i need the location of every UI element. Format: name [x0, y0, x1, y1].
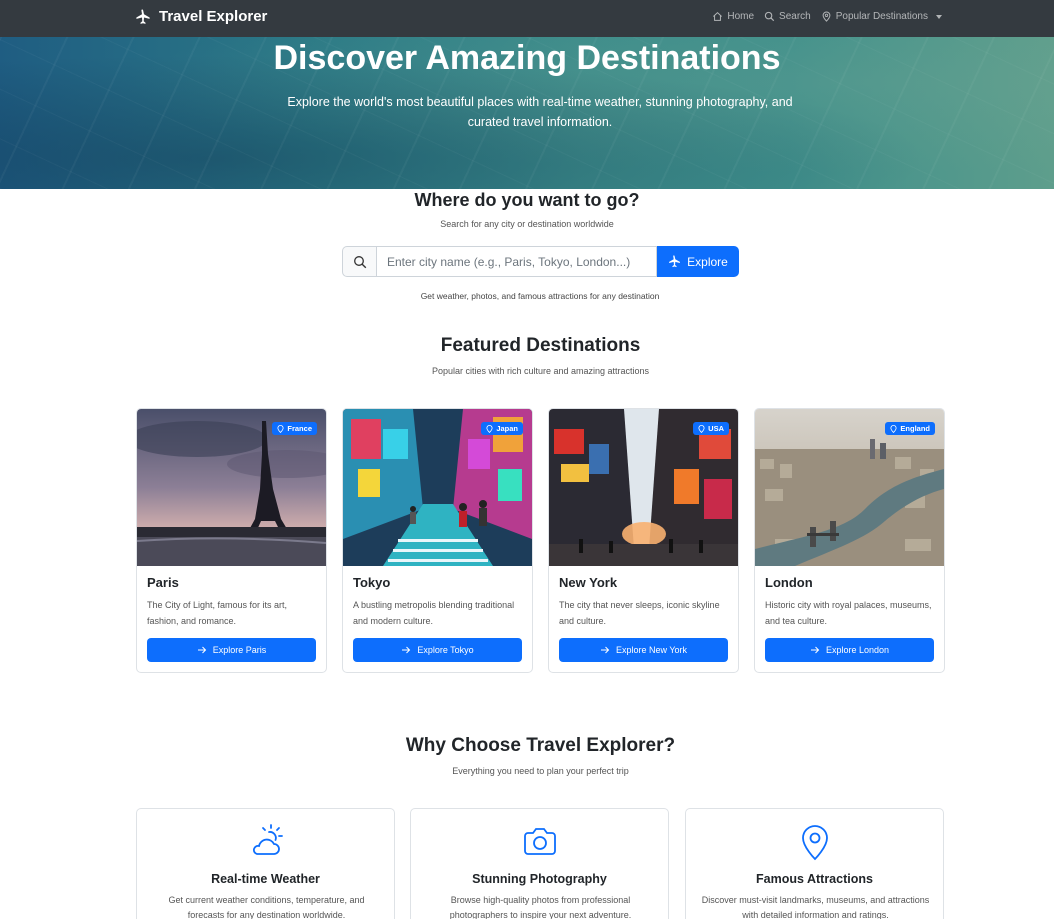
feature-description: Discover must-visit landmarks, museums, …	[701, 895, 930, 919]
card-button-label: Explore New York	[615, 645, 688, 655]
card-description: The City of Light, famous for its art, f…	[147, 600, 288, 626]
country-badge-label: Japan	[496, 424, 518, 433]
feature-card-attractions: Famous Attractions Discover must-visit l…	[685, 808, 944, 919]
search-title: Where do you want to go?	[414, 190, 640, 210]
geo-pin-icon	[486, 424, 493, 433]
featured-subtitle: Popular cities with rich culture and ama…	[431, 366, 650, 376]
card-title: London	[765, 575, 813, 590]
search-help-text: Get weather, photos, and famous attracti…	[420, 291, 660, 301]
featured-title: Featured Destinations	[440, 335, 641, 356]
card-title: Paris	[147, 575, 179, 590]
card-title: Tokyo	[353, 575, 391, 590]
country-badge-label: England	[900, 424, 930, 433]
search-subtitle: Search for any city or destination world…	[440, 219, 614, 229]
brand-text: Travel Explorer	[159, 8, 268, 25]
explore-london-button[interactable]: Explore London	[765, 638, 934, 662]
camera-icon	[523, 828, 556, 855]
why-title: Why Choose Travel Explorer?	[405, 735, 676, 756]
feature-card-weather: Real-time Weather Get current weather co…	[136, 808, 395, 919]
geo-pin-icon	[822, 11, 831, 22]
airplane-icon	[669, 255, 681, 268]
country-badge: USA	[693, 422, 729, 435]
explore-new-york-button[interactable]: Explore New York	[559, 638, 728, 662]
airplane-icon	[136, 9, 150, 24]
search-icon	[764, 11, 775, 22]
card-description: The city that never sleeps, iconic skyli…	[559, 600, 720, 626]
hero-banner: Discover Amazing Destinations Explore th…	[0, 37, 1054, 189]
nav-popular-destinations-dropdown[interactable]: Popular Destinations	[821, 11, 942, 22]
search-icon	[353, 255, 366, 268]
geo-pin-icon	[890, 424, 897, 433]
card-description: Historic city with royal palaces, museum…	[765, 600, 932, 626]
destination-card-paris: France Paris The City of Light, famous f…	[136, 408, 327, 673]
feature-card-photography: Stunning Photography Browse high-quality…	[410, 808, 669, 919]
country-badge-label: USA	[708, 424, 724, 433]
arrow-right-icon	[810, 646, 820, 654]
destination-card-london: England London Historic city with royal …	[754, 408, 945, 673]
feature-title: Famous Attractions	[756, 872, 873, 886]
nav-popular-label: Popular Destinations	[835, 11, 928, 22]
card-description: A bustling metropolis blending tradition…	[353, 600, 515, 626]
card-button-label: Explore Tokyo	[417, 645, 474, 655]
nav-search-label: Search	[779, 11, 811, 22]
search-group: Explore	[342, 246, 739, 277]
destination-card-tokyo: Japan Tokyo A bustling metropolis blendi…	[342, 408, 533, 673]
explore-button-label: Explore	[687, 254, 728, 269]
geo-pin-icon	[801, 825, 828, 861]
cloud-sun-icon	[252, 824, 283, 855]
card-button-label: Explore Paris	[212, 645, 267, 655]
hero-title: Discover Amazing Destinations	[273, 39, 781, 77]
country-badge: Japan	[481, 422, 523, 435]
country-badge: England	[885, 422, 935, 435]
nav-search[interactable]: Search	[764, 11, 811, 22]
chevron-down-icon	[936, 14, 942, 19]
brand-link[interactable]: Travel Explorer	[135, 8, 267, 25]
nav-links: Home Search Popular Destinations	[712, 11, 942, 22]
nav-home-label: Home	[727, 11, 755, 22]
explore-tokyo-button[interactable]: Explore Tokyo	[353, 638, 522, 662]
card-button-label: Explore London	[825, 645, 890, 655]
navbar: Travel Explorer Home Search Popular Dest…	[0, 0, 1054, 37]
country-badge: France	[272, 422, 317, 435]
nav-home[interactable]: Home	[712, 11, 754, 22]
explore-paris-button[interactable]: Explore Paris	[147, 638, 316, 662]
city-search-input[interactable]	[376, 246, 657, 277]
card-title: New York	[559, 575, 618, 590]
feature-description: Get current weather conditions, temperat…	[168, 895, 365, 919]
why-subtitle: Everything you need to plan your perfect…	[452, 766, 629, 776]
geo-pin-icon	[277, 424, 284, 433]
arrow-right-icon	[600, 646, 610, 654]
hero-subtitle: Explore the world's most beautiful place…	[287, 95, 793, 129]
arrow-right-icon	[402, 646, 411, 654]
geo-pin-icon	[698, 424, 705, 433]
search-addon	[342, 246, 376, 277]
house-icon	[713, 11, 723, 21]
feature-title: Real-time Weather	[211, 872, 320, 886]
feature-description: Browse high-quality photos from professi…	[449, 895, 632, 919]
feature-title: Stunning Photography	[472, 872, 607, 886]
country-badge-label: France	[287, 424, 312, 433]
arrow-right-icon	[197, 646, 206, 654]
destination-card-new-york: USA New York The city that never sleeps,…	[548, 408, 739, 673]
explore-button[interactable]: Explore	[657, 246, 739, 277]
